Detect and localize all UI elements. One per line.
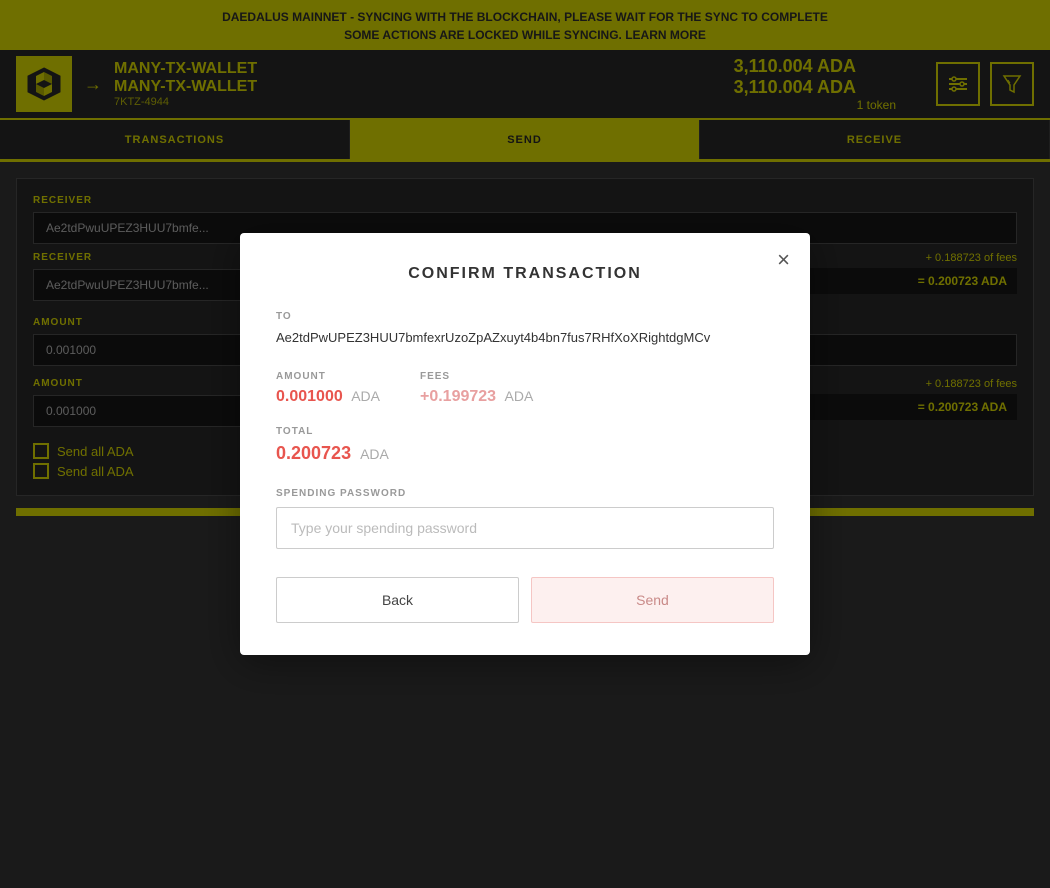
- amount-fees-row: AMOUNT 0.001000 ADA FEES +0.199723 ADA: [276, 371, 774, 406]
- fees-unit: ADA: [505, 388, 534, 404]
- amount-col-label: AMOUNT: [276, 371, 380, 382]
- amount-value: 0.001000 ADA: [276, 388, 380, 406]
- modal-close-button[interactable]: ×: [777, 249, 790, 271]
- fees-col: FEES +0.199723 ADA: [420, 371, 533, 406]
- confirm-transaction-modal: × CONFIRM TRANSACTION TO Ae2tdPwUPEZ3HUU…: [240, 233, 810, 656]
- total-number: 0.200723: [276, 443, 351, 463]
- total-value: 0.200723 ADA: [276, 443, 774, 464]
- send-button[interactable]: Send: [531, 577, 774, 623]
- amount-number: 0.001000: [276, 388, 343, 405]
- amount-col: AMOUNT 0.001000 ADA: [276, 371, 380, 406]
- fees-value: +0.199723 ADA: [420, 388, 533, 406]
- to-label: TO: [276, 311, 774, 322]
- fees-number: +0.199723: [420, 388, 496, 405]
- total-unit: ADA: [360, 446, 389, 462]
- amount-unit: ADA: [351, 388, 380, 404]
- spending-password-label: SPENDING PASSWORD: [276, 488, 774, 499]
- back-button[interactable]: Back: [276, 577, 519, 623]
- modal-title: CONFIRM TRANSACTION: [276, 265, 774, 283]
- recipient-address: Ae2tdPwUPEZ3HUU7bmfexrUzoZpAZxuyt4b4bn7f…: [276, 328, 774, 348]
- fees-col-label: FEES: [420, 371, 533, 382]
- total-label: TOTAL: [276, 426, 774, 437]
- modal-buttons: Back Send: [276, 577, 774, 623]
- modal-overlay: × CONFIRM TRANSACTION TO Ae2tdPwUPEZ3HUU…: [0, 0, 1050, 888]
- spending-password-input[interactable]: [276, 507, 774, 549]
